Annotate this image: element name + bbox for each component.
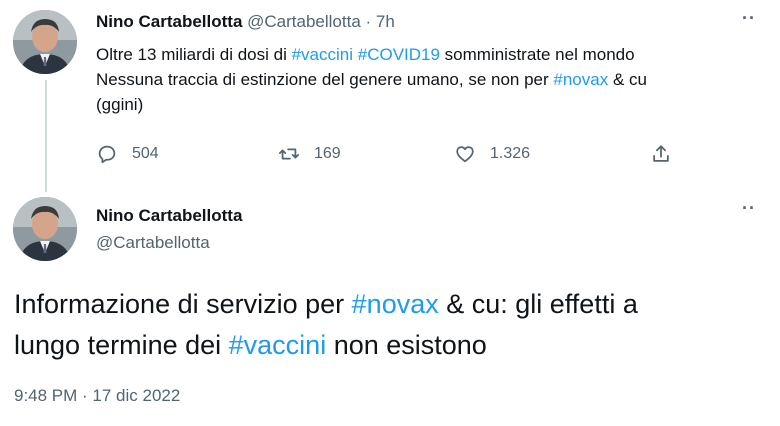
text-segment: lungo termine dei: [14, 330, 229, 360]
reply-button[interactable]: 504: [96, 140, 159, 168]
more-options-icon[interactable]: ··: [742, 198, 756, 219]
reply-count: 504: [132, 145, 159, 162]
more-options-icon[interactable]: ··: [742, 8, 756, 29]
retweet-icon: [278, 148, 300, 160]
tweet-actions: 504 169 1.326: [96, 140, 736, 168]
hashtag-link[interactable]: #novax: [553, 70, 608, 89]
hashtag-link[interactable]: #COVID19: [358, 45, 440, 64]
author-name[interactable]: Nino Cartabellotta: [96, 12, 242, 31]
share-button[interactable]: [650, 140, 686, 168]
author-handle[interactable]: @Cartabellotta: [96, 233, 210, 253]
hashtag-link[interactable]: #novax: [352, 289, 439, 319]
hashtag-link[interactable]: #vaccini: [229, 330, 327, 360]
text-segment: & cu: gli effetti a: [438, 289, 638, 319]
text-segment: Nessuna traccia di estinzione del genere…: [96, 70, 554, 89]
text-segment: non esistono: [326, 330, 487, 360]
retweet-count: 169: [314, 145, 341, 162]
like-button[interactable]: 1.326: [454, 140, 530, 168]
avatar-photo: [13, 197, 77, 261]
reply-icon: [98, 145, 116, 164]
dot-separator: ·: [360, 12, 376, 31]
avatar-photo: [13, 10, 77, 74]
thread-line: [45, 80, 47, 192]
like-icon: [456, 146, 474, 163]
tweet-line: Oltre 13 miliardi di dosi di #vaccini #C…: [96, 42, 766, 67]
tweet-header: Nino Cartabellotta @Cartabellotta · 7h: [96, 12, 395, 32]
tweet-line: (ggini): [96, 95, 144, 114]
text-segment: somministrate nel mondo: [439, 45, 635, 64]
share-icon: [653, 145, 669, 162]
retweet-button[interactable]: 169: [278, 140, 341, 168]
tweet-line: Informazione di servizio per #novax & cu…: [14, 284, 774, 325]
author-avatar[interactable]: [13, 10, 77, 74]
text-segment: Informazione di servizio per: [14, 289, 352, 319]
text-segment: Oltre 13 miliardi di dosi di: [96, 45, 292, 64]
text-segment: & cu: [608, 70, 647, 89]
author-avatar[interactable]: [13, 197, 77, 261]
tweet-line: lungo termine dei #vaccini non esistono: [14, 325, 774, 366]
tweet-timestamp[interactable]: 9:48 PM · 17 dic 2022: [14, 386, 180, 406]
tweet-text: Oltre 13 miliardi di dosi di #vaccini #C…: [96, 42, 766, 117]
tweet-line: Nessuna traccia di estinzione del genere…: [96, 67, 766, 92]
like-count: 1.326: [490, 145, 531, 162]
tweet-text: Informazione di servizio per #novax & cu…: [14, 284, 774, 366]
hashtag-link[interactable]: #vaccini: [292, 45, 353, 64]
author-handle[interactable]: @Cartabellotta: [247, 12, 361, 31]
author-name[interactable]: Nino Cartabellotta: [96, 206, 242, 226]
tweet-time[interactable]: 7h: [376, 12, 395, 31]
